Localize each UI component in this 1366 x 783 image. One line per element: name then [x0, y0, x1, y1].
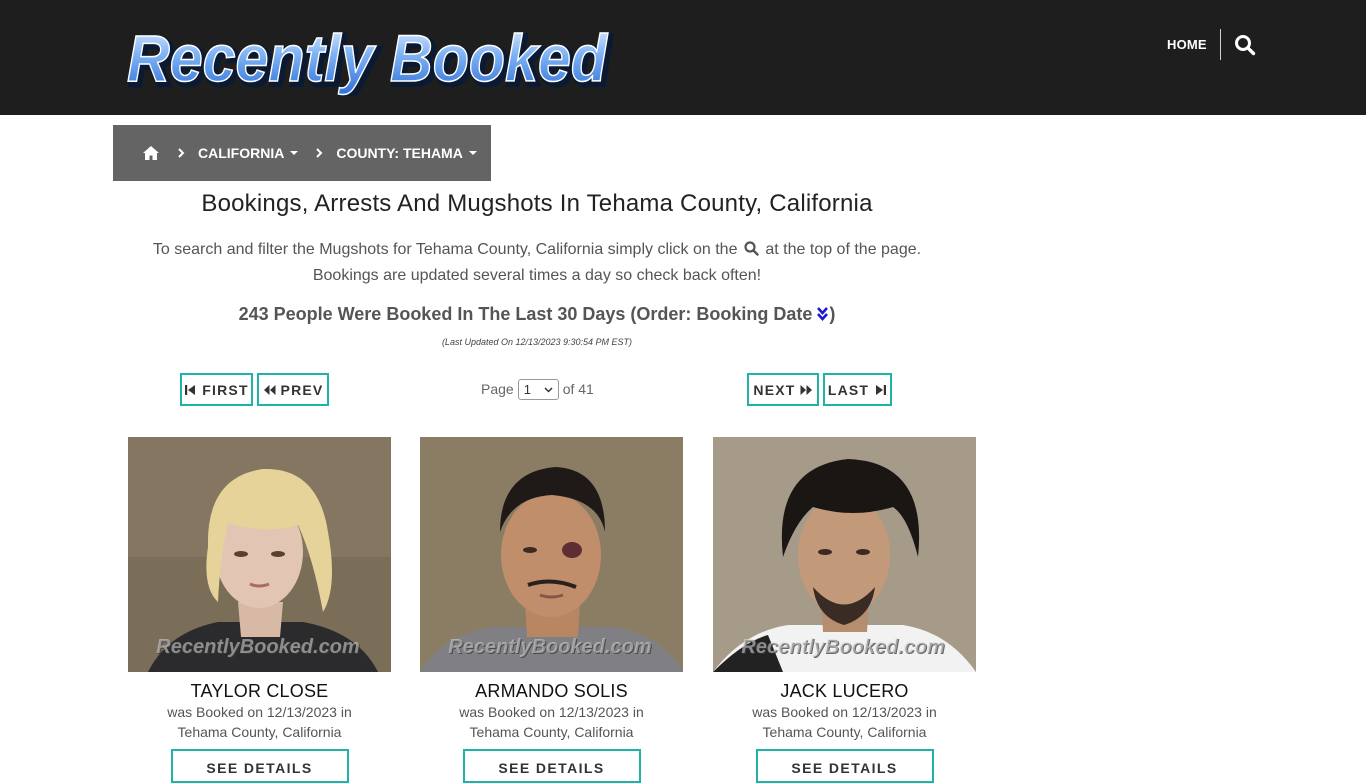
booking-count: 243 People Were Booked In The Last 30 Da… — [113, 304, 961, 325]
page-selector: Page 1 of 41 — [481, 378, 594, 400]
next-page-button[interactable]: NEXT — [747, 373, 819, 406]
person-name[interactable]: JACK LUCERO — [713, 681, 976, 702]
site-logo[interactable]: Recently Booked Recently Booked — [124, 18, 619, 96]
person-name[interactable]: ARMANDO SOLIS — [420, 681, 683, 702]
page-description: To search and filter the Mugshots for Te… — [113, 237, 961, 289]
last-updated: (Last Updated On 12/13/2023 9:30:54 PM E… — [441, 337, 633, 347]
page-number-select[interactable]: 1 — [517, 378, 559, 400]
double-chevron-down-icon[interactable] — [816, 306, 829, 322]
booking-count-text: 243 People Were Booked In The Last 30 Da… — [238, 304, 813, 324]
caret-down-icon — [290, 151, 299, 155]
mugshot-photo[interactable]: RecentlyBooked.com RecentlyBooked.com — [713, 437, 976, 672]
booking-card: RecentlyBooked.com RecentlyBooked.com AR… — [420, 437, 683, 783]
breadcrumb-county-label: COUNTY: TEHAMA — [336, 145, 463, 161]
prev-icon — [263, 384, 276, 395]
booking-date-text: was Booked on 12/13/2023 in — [167, 704, 352, 720]
first-icon — [185, 384, 196, 395]
mugshot-photo[interactable]: RecentlyBooked.com RecentlyBooked.com — [128, 437, 391, 672]
last-icon — [876, 384, 887, 395]
next-icon — [800, 384, 812, 395]
see-details-button[interactable]: SEE DETAILS — [462, 749, 641, 783]
search-icon[interactable] — [1234, 34, 1256, 56]
booking-date-text: was Booked on 12/13/2023 in — [459, 704, 644, 720]
page-total: of 41 — [562, 381, 594, 397]
prev-label: PREV — [280, 381, 324, 398]
mugshot-photo[interactable]: RecentlyBooked.com RecentlyBooked.com — [420, 437, 683, 672]
booking-card: RecentlyBooked.com RecentlyBooked.com TA… — [128, 437, 391, 783]
breadcrumb: CALIFORNIA COUNTY: TEHAMA — [113, 125, 491, 181]
svg-text:RecentlyBooked.com: RecentlyBooked.com — [156, 636, 359, 658]
see-details-button[interactable]: SEE DETAILS — [755, 749, 934, 783]
description-update-note: Bookings are updated several times a day… — [312, 267, 762, 284]
booking-date-text: was Booked on 12/13/2023 in — [752, 704, 937, 720]
last-page-button[interactable]: LAST — [823, 373, 892, 406]
site-header: Recently Booked Recently Booked HOME — [0, 0, 1366, 115]
caret-down-icon — [468, 151, 477, 155]
nav-divider — [1220, 29, 1221, 60]
breadcrumb-state-label: CALIFORNIA — [198, 145, 285, 161]
booking-card: RecentlyBooked.com RecentlyBooked.com JA… — [713, 437, 976, 783]
page-title: Bookings, Arrests And Mugshots In Tehama… — [201, 190, 873, 217]
chevron-right-icon — [316, 148, 323, 158]
breadcrumb-county[interactable]: COUNTY: TEHAMA — [336, 145, 477, 161]
chevron-right-icon — [178, 148, 185, 158]
svg-text:Recently Booked: Recently Booked — [127, 21, 609, 95]
nav-home-link[interactable]: HOME — [1167, 37, 1207, 52]
next-label: NEXT — [753, 381, 796, 398]
page-number-value: 1 — [523, 381, 531, 397]
chevron-down-icon — [544, 386, 553, 393]
svg-text:RecentlyBooked.com: RecentlyBooked.com — [448, 636, 651, 658]
person-name[interactable]: TAYLOR CLOSE — [128, 681, 391, 702]
search-icon — [744, 241, 759, 256]
booking-count-close: ) — [829, 304, 836, 324]
description-text-end: at the top of the page. — [765, 241, 922, 258]
see-details-button[interactable]: SEE DETAILS — [170, 749, 349, 783]
page-label: Page — [481, 381, 514, 397]
booking-location-text: Tehama County, California — [469, 724, 634, 740]
booking-location-text: Tehama County, California — [762, 724, 927, 740]
first-page-button[interactable]: FIRST — [180, 373, 253, 406]
first-label: FIRST — [202, 381, 249, 398]
prev-page-button[interactable]: PREV — [257, 373, 329, 406]
breadcrumb-state[interactable]: CALIFORNIA — [198, 145, 299, 161]
svg-text:RecentlyBooked.com: RecentlyBooked.com — [741, 636, 944, 658]
home-icon[interactable] — [142, 145, 160, 161]
description-text-start: To search and filter the Mugshots for Te… — [152, 241, 738, 258]
last-label: LAST — [827, 381, 870, 398]
booking-location-text: Tehama County, California — [177, 724, 342, 740]
